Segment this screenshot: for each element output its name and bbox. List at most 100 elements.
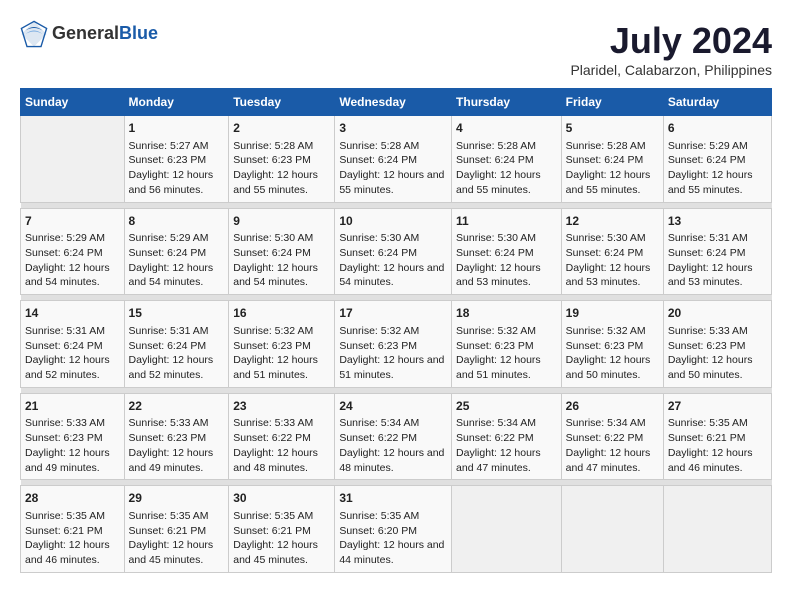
daylight-text: Daylight: 12 hours and 55 minutes.	[339, 169, 444, 196]
sunrise-text: Sunrise: 5:32 AM	[456, 325, 536, 337]
sunset-text: Sunset: 6:21 PM	[25, 525, 103, 537]
sunset-text: Sunset: 6:23 PM	[233, 340, 311, 352]
sunset-text: Sunset: 6:22 PM	[233, 432, 311, 444]
sunset-text: Sunset: 6:24 PM	[233, 247, 311, 259]
sunset-text: Sunset: 6:21 PM	[233, 525, 311, 537]
sunrise-text: Sunrise: 5:34 AM	[339, 417, 419, 429]
sunset-text: Sunset: 6:23 PM	[668, 340, 746, 352]
daylight-text: Daylight: 12 hours and 51 minutes.	[233, 354, 318, 381]
sunrise-text: Sunrise: 5:32 AM	[566, 325, 646, 337]
day-number: 28	[25, 490, 120, 507]
calendar-cell: 7 Sunrise: 5:29 AM Sunset: 6:24 PM Dayli…	[21, 208, 125, 295]
col-sunday: Sunday	[21, 89, 125, 116]
daylight-text: Daylight: 12 hours and 45 minutes.	[233, 539, 318, 566]
sunrise-text: Sunrise: 5:35 AM	[233, 510, 313, 522]
sunrise-text: Sunrise: 5:33 AM	[129, 417, 209, 429]
calendar-cell: 4 Sunrise: 5:28 AM Sunset: 6:24 PM Dayli…	[452, 116, 562, 203]
sunset-text: Sunset: 6:21 PM	[668, 432, 746, 444]
day-number: 14	[25, 305, 120, 322]
daylight-text: Daylight: 12 hours and 45 minutes.	[129, 539, 214, 566]
daylight-text: Daylight: 12 hours and 49 minutes.	[129, 447, 214, 474]
sunrise-text: Sunrise: 5:29 AM	[129, 232, 209, 244]
day-number: 10	[339, 213, 447, 230]
calendar-cell	[21, 116, 125, 203]
calendar-cell: 2 Sunrise: 5:28 AM Sunset: 6:23 PM Dayli…	[229, 116, 335, 203]
sunrise-text: Sunrise: 5:35 AM	[25, 510, 105, 522]
sunrise-text: Sunrise: 5:33 AM	[25, 417, 105, 429]
day-number: 24	[339, 398, 447, 415]
calendar-cell: 3 Sunrise: 5:28 AM Sunset: 6:24 PM Dayli…	[335, 116, 452, 203]
sunset-text: Sunset: 6:21 PM	[129, 525, 207, 537]
sunset-text: Sunset: 6:24 PM	[668, 247, 746, 259]
header: General Blue July 2024 Plaridel, Calabar…	[20, 20, 772, 78]
sunset-text: Sunset: 6:24 PM	[566, 154, 644, 166]
sunset-text: Sunset: 6:23 PM	[233, 154, 311, 166]
calendar-cell: 5 Sunrise: 5:28 AM Sunset: 6:24 PM Dayli…	[561, 116, 663, 203]
daylight-text: Daylight: 12 hours and 47 minutes.	[566, 447, 651, 474]
daylight-text: Daylight: 12 hours and 54 minutes.	[25, 262, 110, 289]
sunset-text: Sunset: 6:22 PM	[456, 432, 534, 444]
sunrise-text: Sunrise: 5:28 AM	[456, 140, 536, 152]
sunrise-text: Sunrise: 5:35 AM	[129, 510, 209, 522]
calendar-cell: 14 Sunrise: 5:31 AM Sunset: 6:24 PM Dayl…	[21, 301, 125, 388]
col-friday: Friday	[561, 89, 663, 116]
calendar-cell: 26 Sunrise: 5:34 AM Sunset: 6:22 PM Dayl…	[561, 393, 663, 480]
col-monday: Monday	[124, 89, 229, 116]
day-number: 31	[339, 490, 447, 507]
daylight-text: Daylight: 12 hours and 55 minutes.	[566, 169, 651, 196]
calendar-cell: 30 Sunrise: 5:35 AM Sunset: 6:21 PM Dayl…	[229, 486, 335, 573]
sunrise-text: Sunrise: 5:28 AM	[566, 140, 646, 152]
calendar-cell: 1 Sunrise: 5:27 AM Sunset: 6:23 PM Dayli…	[124, 116, 229, 203]
daylight-text: Daylight: 12 hours and 56 minutes.	[129, 169, 214, 196]
daylight-text: Daylight: 12 hours and 53 minutes.	[566, 262, 651, 289]
calendar-cell: 20 Sunrise: 5:33 AM Sunset: 6:23 PM Dayl…	[663, 301, 771, 388]
sunset-text: Sunset: 6:22 PM	[339, 432, 417, 444]
sunset-text: Sunset: 6:23 PM	[25, 432, 103, 444]
sunrise-text: Sunrise: 5:28 AM	[233, 140, 313, 152]
calendar-week-row: 28 Sunrise: 5:35 AM Sunset: 6:21 PM Dayl…	[21, 486, 772, 573]
calendar-week-row: 7 Sunrise: 5:29 AM Sunset: 6:24 PM Dayli…	[21, 208, 772, 295]
day-number: 16	[233, 305, 330, 322]
sunset-text: Sunset: 6:23 PM	[129, 154, 207, 166]
day-number: 7	[25, 213, 120, 230]
sunset-text: Sunset: 6:24 PM	[339, 247, 417, 259]
sunset-text: Sunset: 6:24 PM	[456, 154, 534, 166]
sunrise-text: Sunrise: 5:32 AM	[233, 325, 313, 337]
day-number: 9	[233, 213, 330, 230]
calendar-week-row: 21 Sunrise: 5:33 AM Sunset: 6:23 PM Dayl…	[21, 393, 772, 480]
col-wednesday: Wednesday	[335, 89, 452, 116]
calendar-cell	[663, 486, 771, 573]
sunrise-text: Sunrise: 5:31 AM	[129, 325, 209, 337]
calendar-cell: 22 Sunrise: 5:33 AM Sunset: 6:23 PM Dayl…	[124, 393, 229, 480]
daylight-text: Daylight: 12 hours and 51 minutes.	[456, 354, 541, 381]
daylight-text: Daylight: 12 hours and 48 minutes.	[339, 447, 444, 474]
sunrise-text: Sunrise: 5:35 AM	[339, 510, 419, 522]
sunset-text: Sunset: 6:24 PM	[129, 247, 207, 259]
calendar-cell: 17 Sunrise: 5:32 AM Sunset: 6:23 PM Dayl…	[335, 301, 452, 388]
day-number: 11	[456, 213, 557, 230]
calendar-cell: 24 Sunrise: 5:34 AM Sunset: 6:22 PM Dayl…	[335, 393, 452, 480]
day-number: 13	[668, 213, 767, 230]
calendar-table: Sunday Monday Tuesday Wednesday Thursday…	[20, 88, 772, 573]
calendar-cell: 25 Sunrise: 5:34 AM Sunset: 6:22 PM Dayl…	[452, 393, 562, 480]
calendar-cell: 18 Sunrise: 5:32 AM Sunset: 6:23 PM Dayl…	[452, 301, 562, 388]
calendar-cell: 27 Sunrise: 5:35 AM Sunset: 6:21 PM Dayl…	[663, 393, 771, 480]
day-number: 3	[339, 120, 447, 137]
page-title: July 2024	[570, 20, 772, 62]
daylight-text: Daylight: 12 hours and 55 minutes.	[456, 169, 541, 196]
col-tuesday: Tuesday	[229, 89, 335, 116]
calendar-cell: 13 Sunrise: 5:31 AM Sunset: 6:24 PM Dayl…	[663, 208, 771, 295]
daylight-text: Daylight: 12 hours and 46 minutes.	[668, 447, 753, 474]
day-number: 19	[566, 305, 659, 322]
sunset-text: Sunset: 6:24 PM	[456, 247, 534, 259]
sunset-text: Sunset: 6:24 PM	[25, 247, 103, 259]
day-number: 30	[233, 490, 330, 507]
sunset-text: Sunset: 6:23 PM	[339, 340, 417, 352]
sunset-text: Sunset: 6:24 PM	[668, 154, 746, 166]
sunrise-text: Sunrise: 5:27 AM	[129, 140, 209, 152]
day-number: 27	[668, 398, 767, 415]
daylight-text: Daylight: 12 hours and 52 minutes.	[25, 354, 110, 381]
calendar-cell: 21 Sunrise: 5:33 AM Sunset: 6:23 PM Dayl…	[21, 393, 125, 480]
sunrise-text: Sunrise: 5:33 AM	[668, 325, 748, 337]
daylight-text: Daylight: 12 hours and 50 minutes.	[566, 354, 651, 381]
